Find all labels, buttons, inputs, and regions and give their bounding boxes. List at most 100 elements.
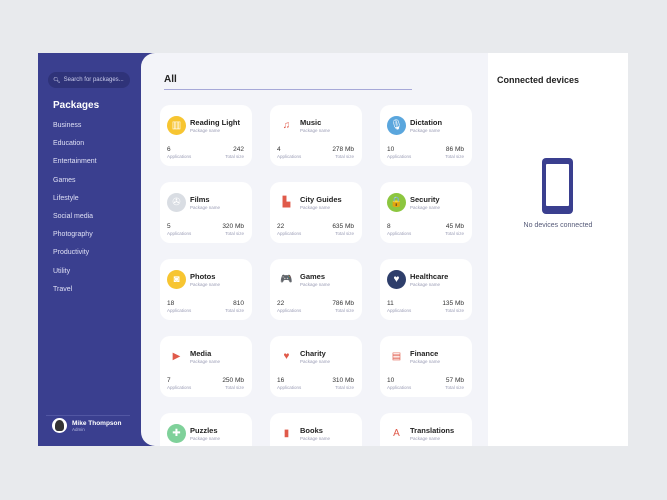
package-name: Reading Light	[190, 118, 240, 127]
total-size-label: Total size	[335, 385, 354, 390]
total-size-label: Total size	[445, 154, 464, 159]
book-icon: ▮	[277, 424, 296, 443]
sidebar-title: Packages	[53, 100, 100, 111]
total-size-label: Total size	[335, 308, 354, 313]
package-card[interactable]: ✇ Films Package name 5 Applications 320 …	[160, 182, 252, 243]
search-input[interactable]: 🔍︎ Search for packages...	[48, 72, 130, 88]
sidebar-item-travel[interactable]: Travel	[53, 286, 97, 304]
package-card[interactable]: A Translations Package name Applications…	[380, 413, 472, 446]
panel-title: Connected devices	[497, 75, 580, 85]
sidebar-item-photography[interactable]: Photography	[53, 231, 97, 249]
total-size: 320 Mb	[222, 223, 244, 230]
sidebar-item-education[interactable]: Education	[53, 140, 97, 158]
package-subtitle: Package name	[410, 359, 441, 364]
package-card[interactable]: ◙ Photos Package name 18 Applications 81…	[160, 259, 252, 320]
total-size: 635 Mb	[332, 223, 354, 230]
app-count-label: Applications	[167, 385, 192, 390]
category-list: Business Education Entertainment Games Lifes…	[53, 122, 97, 304]
tab-underline	[164, 89, 412, 90]
puzzle-icon: ✚	[167, 424, 186, 443]
sidebar-item-entertainment[interactable]: Entertainment	[53, 158, 97, 176]
translate-icon: A	[387, 424, 406, 443]
total-size: 310 Mb	[332, 377, 354, 384]
camera-icon: ◙	[167, 270, 186, 289]
package-card[interactable]: ▥ Reading Light Package name 6 Applicati…	[160, 105, 252, 166]
app-count-label: Applications	[167, 231, 192, 236]
connected-devices-panel: Connected devices No devices connected	[488, 53, 628, 446]
sidebar-item-social-media[interactable]: Social media	[53, 213, 97, 231]
app-count-label: Applications	[277, 385, 302, 390]
total-size: 242	[233, 146, 244, 153]
total-size: 250 Mb	[222, 377, 244, 384]
main-panel: All ▥ Reading Light Package name 6 Appli…	[141, 53, 488, 446]
app-count: 6	[167, 146, 171, 153]
app-count-label: Applications	[277, 308, 302, 313]
heart-pulse-icon: ♥	[387, 270, 406, 289]
package-card[interactable]: ♫ Music Package name 4 Applications 278 …	[270, 105, 362, 166]
total-size-label: Total size	[335, 231, 354, 236]
user-name: Mike Thompson	[72, 419, 122, 427]
package-name: Photos	[190, 272, 216, 281]
total-size-label: Total size	[445, 231, 464, 236]
package-name: Finance	[410, 349, 439, 358]
sidebar-item-lifestyle[interactable]: Lifestyle	[53, 195, 97, 213]
phone-icon	[542, 158, 573, 214]
user-profile[interactable]: Mike Thompson Admin	[52, 418, 121, 433]
total-size: 86 Mb	[445, 146, 464, 153]
package-card[interactable]: ▙ City Guides Package name 22 Applicatio…	[270, 182, 362, 243]
tab-all[interactable]: All	[164, 74, 177, 85]
total-size-label: Total size	[225, 385, 244, 390]
media-icon: ▶	[167, 347, 186, 366]
app-count: 5	[167, 223, 171, 230]
package-name: Books	[300, 426, 323, 435]
total-size: 45 Mb	[445, 223, 464, 230]
sidebar-item-utility[interactable]: Utility	[53, 268, 97, 286]
package-subtitle: Package name	[190, 205, 221, 210]
package-subtitle: Package name	[190, 128, 221, 133]
package-card[interactable]: ▤ Finance Package name 10 Applications 5…	[380, 336, 472, 397]
app-count-label: Applications	[277, 231, 302, 236]
app-count: 16	[277, 377, 285, 384]
app-count: 10	[387, 377, 395, 384]
app-count-label: Applications	[387, 231, 412, 236]
package-name: Music	[300, 118, 322, 127]
avatar	[52, 418, 67, 433]
search-icon: 🔍︎	[53, 77, 61, 84]
app-count-label: Applications	[277, 154, 302, 159]
app-count: 7	[167, 377, 171, 384]
package-subtitle: Package name	[410, 436, 441, 441]
sidebar-item-games[interactable]: Games	[53, 177, 97, 195]
app-count: 10	[387, 146, 395, 153]
total-size: 135 Mb	[442, 300, 464, 307]
package-name: Puzzles	[190, 426, 218, 435]
package-name: Media	[190, 349, 212, 358]
package-card[interactable]: ▶ Media Package name 7 Applications 250 …	[160, 336, 252, 397]
package-card[interactable]: 🎙 Dictation Package name 10 Applications…	[380, 105, 472, 166]
package-subtitle: Package name	[300, 282, 331, 287]
books-icon: ▥	[167, 116, 186, 135]
total-size-label: Total size	[335, 154, 354, 159]
package-card[interactable]: ✚ Puzzles Package name Applications Tota…	[160, 413, 252, 446]
package-card[interactable]: 🎮 Games Package name 22 Applications 786…	[270, 259, 362, 320]
package-card[interactable]: 🔒 Security Package name 8 Applications 4…	[380, 182, 472, 243]
package-subtitle: Package name	[190, 282, 221, 287]
package-card[interactable]: ▮ Books Package name Applications Total …	[270, 413, 362, 446]
package-card[interactable]: ♥ Charity Package name 16 Applications 3…	[270, 336, 362, 397]
app-count-label: Applications	[387, 308, 412, 313]
package-subtitle: Package name	[190, 359, 221, 364]
total-size-label: Total size	[225, 154, 244, 159]
app-count: 11	[387, 300, 394, 307]
app-count-label: Applications	[167, 308, 192, 313]
app-count-label: Applications	[167, 154, 192, 159]
sidebar-item-business[interactable]: Business	[53, 122, 97, 140]
package-card[interactable]: ♥ Healthcare Package name 11 Application…	[380, 259, 472, 320]
lock-icon: 🔒	[387, 193, 406, 212]
wallet-icon: ▤	[387, 347, 406, 366]
total-size-label: Total size	[225, 231, 244, 236]
package-subtitle: Package name	[300, 359, 331, 364]
total-size-label: Total size	[445, 385, 464, 390]
search-placeholder: Search for packages...	[63, 77, 124, 83]
app-count: 8	[387, 223, 391, 230]
package-name: Games	[300, 272, 326, 281]
sidebar-item-productivity[interactable]: Productivity	[53, 249, 97, 267]
